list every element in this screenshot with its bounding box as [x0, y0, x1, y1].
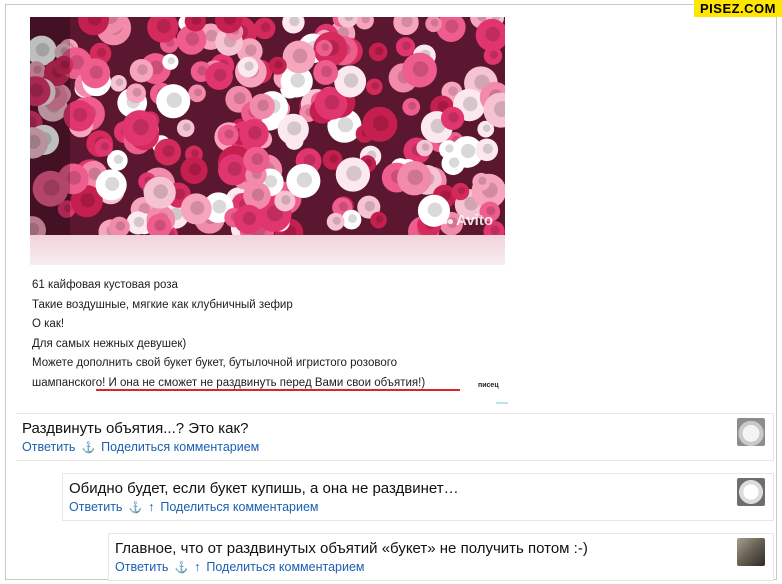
listing-post: ●● Avito 61 кайфовая кустовая роза Такие… [18, 13, 508, 405]
comment-text: Обидно будет, если букет купишь, а она н… [69, 480, 459, 497]
roses-photo: ●● Avito [30, 17, 505, 235]
comment: Раздвинуть объятия...? Это как? Ответить… [16, 413, 774, 461]
parent-arrow-icon[interactable]: ↑ [194, 560, 200, 574]
anchor-icon[interactable]: ⚓ [174, 561, 188, 574]
desc-line: Для самых нежных девушек) [32, 337, 187, 350]
avito-label: Avito [456, 212, 493, 229]
reply-link[interactable]: Ответить [115, 560, 168, 574]
photo-bottom-strip [30, 235, 505, 265]
desc-line: 61 кайфовая кустовая роза [32, 279, 178, 291]
comment-actions: Ответить ⚓ ↑ Поделиться комментарием [115, 560, 365, 574]
divider-mark [496, 402, 508, 404]
parent-arrow-icon[interactable]: ↑ [148, 500, 154, 514]
share-comment-link[interactable]: Поделиться комментарием [101, 440, 259, 454]
avito-watermark: ●● Avito [442, 212, 493, 229]
screenshot-frame: ●● Avito 61 кайфовая кустовая роза Такие… [5, 4, 777, 581]
avito-logo-icon: ●● [441, 213, 454, 228]
site-watermark: PISEZ.COM [693, 0, 782, 17]
comment-text: Главное, что от раздвинутых объятий «бук… [115, 540, 588, 557]
cat-avatar[interactable] [737, 418, 765, 446]
desc-line: Можете дополнить свой букет букет, бутыл… [32, 357, 398, 369]
anchor-icon[interactable]: ⚓ [81, 441, 95, 454]
listing-description: 61 кайфовая кустовая роза Такие воздушны… [32, 276, 502, 393]
desc-line: Такие воздушные, мягкие как клубничный з… [32, 298, 293, 311]
comment-actions: Ответить ⚓ ↑ Поделиться комментарием [69, 500, 319, 514]
reply-link[interactable]: Ответить [69, 500, 122, 514]
share-comment-link[interactable]: Поделиться комментарием [206, 560, 364, 574]
comment: Обидно будет, если букет купишь, а она н… [62, 473, 774, 521]
share-comment-link[interactable]: Поделиться комментарием [160, 500, 318, 514]
comment-text: Раздвинуть объятия...? Это как? [22, 420, 249, 437]
white-cat-avatar[interactable] [737, 478, 765, 506]
desc-line: О как! [32, 318, 65, 330]
roses-image [30, 17, 505, 235]
comment-actions: Ответить ⚓ Поделиться комментарием [22, 440, 259, 454]
person-avatar[interactable] [737, 538, 765, 566]
stamp-label: писец [478, 382, 499, 389]
anchor-icon[interactable]: ⚓ [128, 501, 142, 514]
red-underline [96, 389, 460, 391]
comment: Главное, что от раздвинутых объятий «бук… [108, 533, 774, 581]
reply-link[interactable]: Ответить [22, 440, 75, 454]
